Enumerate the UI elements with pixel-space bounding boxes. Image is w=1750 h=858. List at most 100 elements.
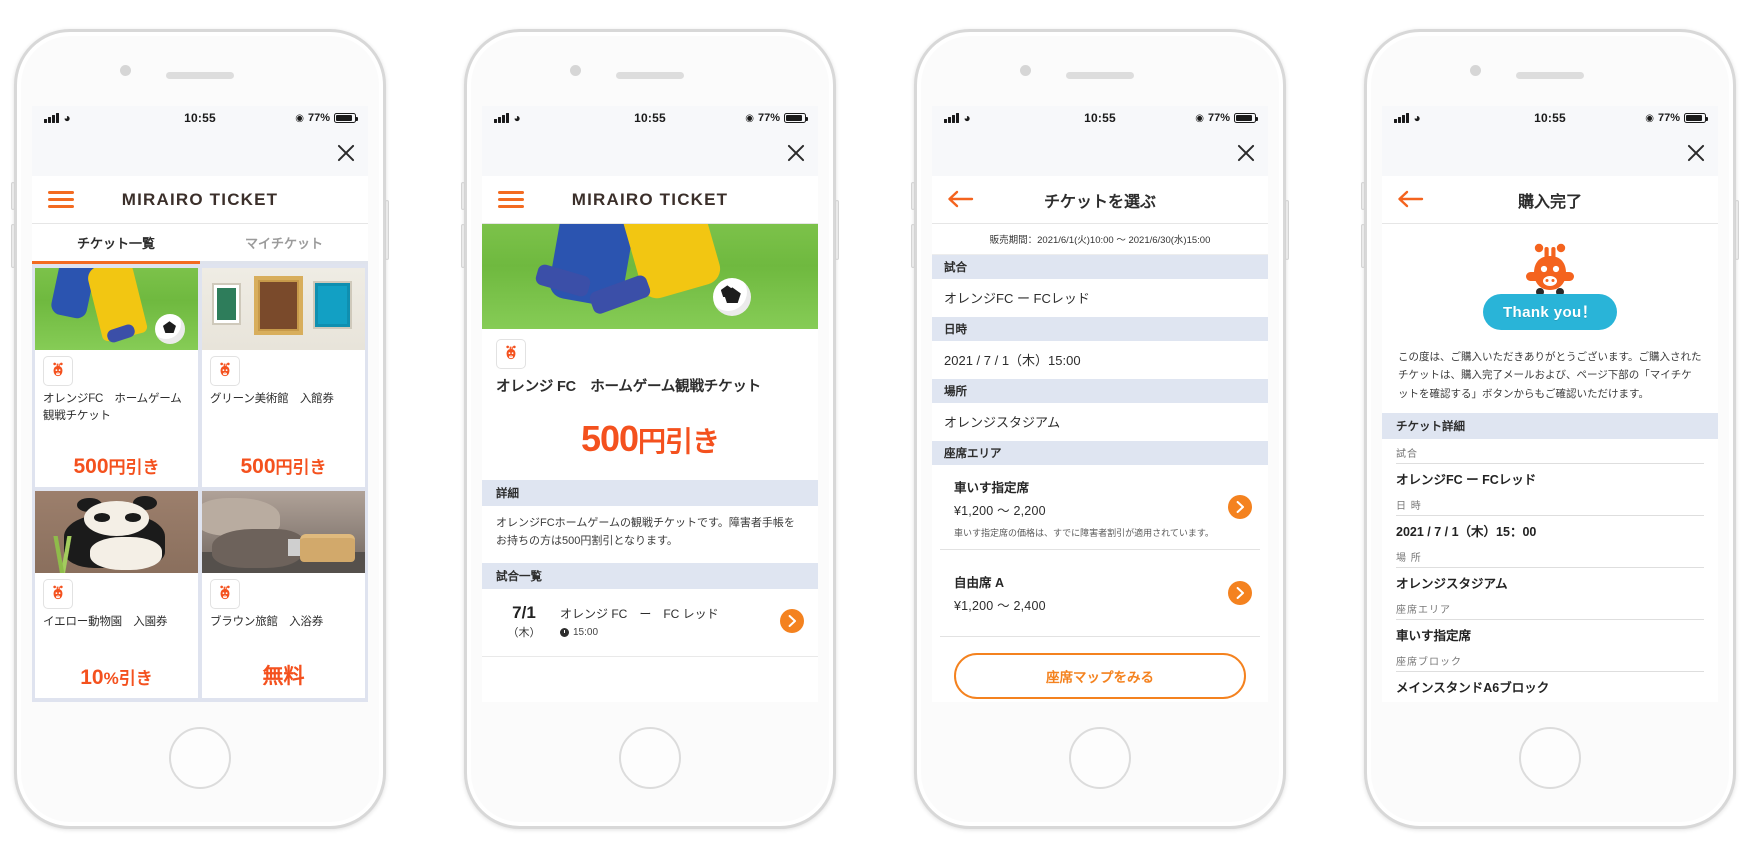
- front-camera: [120, 65, 131, 76]
- detail-label: 座席ブロック: [1396, 653, 1704, 673]
- chevron-right-circle-icon[interactable]: [780, 609, 804, 634]
- field-label-match: 試合: [932, 255, 1268, 279]
- volume-down-button[interactable]: [1361, 224, 1365, 268]
- chevron-right-circle-icon[interactable]: [1228, 495, 1252, 519]
- detail-value: 2021 / 7 / 1（木）15：00: [1396, 525, 1537, 540]
- phone-1-screen: ◕ 10:55 ◉ 77% MIRAIRO TICKET チケット一覧 マイチケ…: [32, 106, 368, 702]
- ticket-list-body: オレンジFC ホームゲーム観戦チケット 500円引き グリーン美術館 入館券 5…: [32, 264, 368, 702]
- wifi-icon: ◕: [63, 111, 71, 125]
- match-list-item[interactable]: 7/1 （木） オレンジ FC ー FC レッド 15:00: [482, 589, 818, 657]
- page-title: 購入完了: [1517, 193, 1582, 211]
- clock-icon: [560, 627, 569, 637]
- power-button[interactable]: [385, 200, 389, 260]
- status-time: 10:55: [1534, 111, 1566, 125]
- section-heading-match-list: 試合一覧: [482, 562, 818, 589]
- page-title: チケットを選ぶ: [1043, 193, 1156, 211]
- ticket-card-price: 無料: [262, 665, 305, 688]
- app-header: MIRAIRO TICKET: [32, 176, 368, 224]
- home-button[interactable]: [1519, 727, 1581, 789]
- giraffe-mascot-icon: [43, 579, 73, 610]
- chevron-right-circle-icon[interactable]: [1228, 581, 1252, 605]
- battery-icon: [334, 113, 359, 123]
- detail-value: 車いす指定席: [1396, 629, 1472, 644]
- ticket-card-name: グリーン美術館 入館券: [210, 393, 334, 405]
- volume-down-button[interactable]: [911, 224, 915, 268]
- earpiece-speaker: [166, 71, 234, 79]
- power-button[interactable]: [835, 200, 839, 260]
- phone-earpiece-area: [1378, 44, 1722, 106]
- seat-option-wheelchair[interactable]: 車いす指定席 ¥1,200 〜 2,200 車いす指定席の価格は、すでに障害者割…: [940, 465, 1260, 550]
- detail-label: 場 所: [1396, 549, 1704, 569]
- home-button[interactable]: [169, 727, 231, 789]
- close-icon[interactable]: [1685, 142, 1707, 164]
- home-button[interactable]: [619, 727, 681, 789]
- seat-map-button[interactable]: 座席マップをみる: [954, 653, 1246, 699]
- volume-down-button[interactable]: [461, 224, 465, 268]
- status-bar: ◕ 10:55 ◉ 77%: [1382, 106, 1718, 130]
- earpiece-speaker: [1516, 71, 1584, 79]
- tab-my-tickets[interactable]: マイチケット: [200, 224, 368, 264]
- volume-up-button[interactable]: [11, 182, 15, 210]
- front-camera: [1470, 65, 1481, 76]
- detail-item-seat-block: 座席ブロック メインスタンドA6ブロック: [1396, 647, 1704, 699]
- ticket-card-price: 500円引き: [240, 455, 327, 479]
- signal-bars-icon: [44, 112, 59, 123]
- battery-percent: 77%: [757, 112, 781, 124]
- battery-icon: [784, 113, 809, 123]
- earpiece-speaker: [616, 71, 684, 79]
- phone-home-area: [28, 702, 372, 814]
- wifi-icon: ◕: [1413, 111, 1421, 125]
- ticket-card-name: オレンジFC ホームゲーム観戦チケット: [43, 393, 182, 422]
- detail-label: 試合: [1396, 445, 1704, 465]
- ticket-detail-list: 試合 オレンジFC ー FCレッド 日 時 2021 / 7 / 1（木）15：…: [1382, 439, 1718, 702]
- phone-1-ticket-list: ◕ 10:55 ◉ 77% MIRAIRO TICKET チケット一覧 マイチケ…: [11, 29, 389, 829]
- power-button[interactable]: [1285, 200, 1289, 260]
- tab-ticket-list[interactable]: チケット一覧: [32, 224, 200, 264]
- status-bar: ◕ 10:55 ◉ 77%: [32, 106, 368, 130]
- panda-photo: [35, 491, 198, 574]
- status-bar: ◕ 10:55 ◉ 77%: [482, 106, 818, 130]
- hamburger-menu-icon[interactable]: [48, 187, 74, 212]
- volume-up-button[interactable]: [461, 182, 465, 210]
- power-button[interactable]: [1735, 200, 1739, 260]
- wifi-icon: ◕: [513, 111, 521, 125]
- front-camera: [570, 65, 581, 76]
- ticket-detail-body: オレンジ FC ホームゲーム観戦チケット 500円引き 詳細 オレンジFCホーム…: [482, 224, 818, 702]
- back-arrow-icon[interactable]: [946, 189, 974, 211]
- volume-down-button[interactable]: [11, 224, 15, 268]
- detail-item-datetime: 日 時 2021 / 7 / 1（木）15：00: [1396, 491, 1704, 543]
- ticket-card-zoo[interactable]: イエロー動物園 入園券 10%引き: [35, 491, 198, 698]
- close-icon[interactable]: [1235, 142, 1257, 164]
- detail-item-content: 内容: [1396, 699, 1704, 702]
- seat-note: 車いす指定席の価格は、すでに障害者割引が適用されています。: [954, 528, 1214, 538]
- detail-label: 日 時: [1396, 497, 1704, 517]
- home-button[interactable]: [1069, 727, 1131, 789]
- ticket-card-onsen[interactable]: ブラウン旅館 入浴券 無料: [202, 491, 365, 698]
- alarm-icon: ◉: [1195, 112, 1204, 124]
- earpiece-speaker: [1066, 71, 1134, 79]
- match-teams: オレンジ FC ー FC レッド: [560, 606, 719, 621]
- browser-close-bar: [1382, 130, 1718, 176]
- volume-up-button[interactable]: [911, 182, 915, 210]
- purchase-complete-body: Thank you！ この度は、ご購入いただきありがとうございます。ご購入された…: [1382, 224, 1718, 702]
- field-value-match: オレンジFC ー FCレッド: [944, 291, 1090, 306]
- giraffe-mascot-icon: [210, 356, 240, 386]
- phone-home-area: [478, 702, 822, 814]
- seat-option-free-a[interactable]: 自由席 A ¥1,200 〜 2,400: [940, 550, 1260, 637]
- app-header: 購入完了: [1382, 176, 1718, 224]
- ticket-card-museum[interactable]: グリーン美術館 入館券 500円引き: [202, 268, 365, 488]
- volume-up-button[interactable]: [1361, 182, 1365, 210]
- ticket-card-soccer[interactable]: オレンジFC ホームゲーム観戦チケット 500円引き: [35, 268, 198, 488]
- close-icon[interactable]: [785, 142, 807, 164]
- phone-earpiece-area: [928, 44, 1272, 106]
- detail-label: 座席エリア: [1396, 601, 1704, 621]
- back-arrow-icon[interactable]: [1396, 189, 1424, 211]
- select-ticket-body: 販売期間：2021/6/1(火)10:00 〜 2021/6/30(水)15:0…: [932, 224, 1268, 702]
- detail-item-venue: 場 所 オレンジスタジアム: [1396, 543, 1704, 595]
- close-icon[interactable]: [335, 142, 357, 164]
- battery-icon: [1684, 113, 1709, 123]
- match-date: 7/1 （木）: [496, 603, 552, 640]
- phone-earpiece-area: [478, 44, 822, 106]
- hamburger-menu-icon[interactable]: [498, 187, 524, 212]
- tab-bar: チケット一覧 マイチケット: [32, 224, 368, 264]
